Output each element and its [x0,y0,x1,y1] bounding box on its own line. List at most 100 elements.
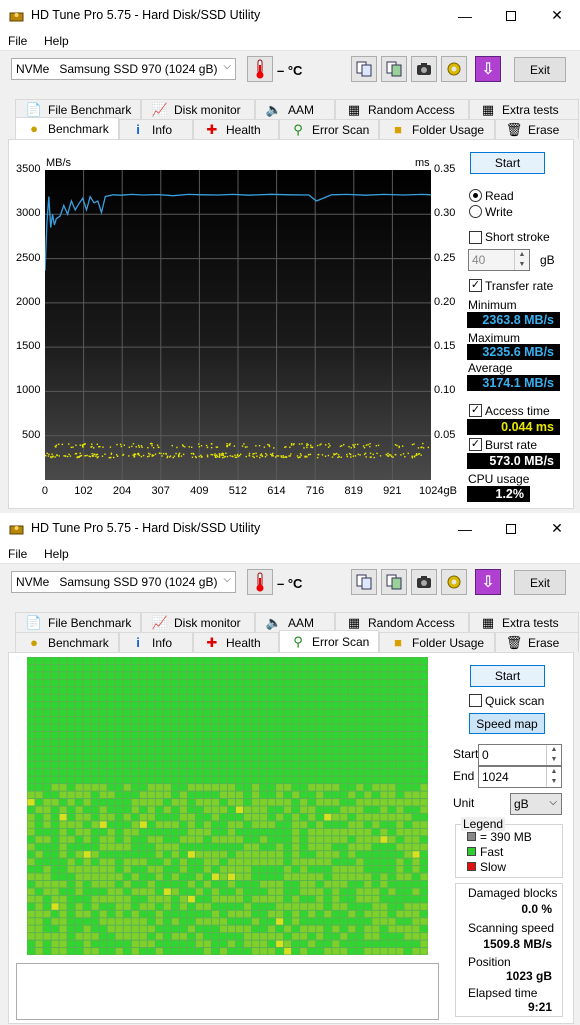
scan-block [356,702,364,709]
scan-block [252,858,260,866]
tab-folder-usage[interactable]: ■ Folder Usage [379,632,495,652]
exit-button[interactable]: Exit [514,570,566,595]
scan-block [163,881,171,888]
tab-error-scan[interactable]: ⚲ Error Scan [279,630,379,652]
scan-block [412,910,420,918]
tab-health[interactable]: ✚ Health [193,632,279,652]
scan-block [27,933,35,940]
scan-block [99,866,107,873]
screenshot-button[interactable] [411,569,437,595]
access-time-point [91,443,93,445]
tab-extra-tests[interactable]: ▦ Extra tests [469,99,579,119]
scan-block [372,866,380,873]
access-time-point [91,452,93,455]
scan-block [35,694,43,702]
access-time-point [206,454,209,456]
exit-button[interactable]: Exit [514,57,566,82]
tab-aam[interactable]: 🔈 AAM [255,99,335,119]
unit-select[interactable]: gB ⌵ [510,793,562,815]
copy-text-button[interactable] [351,56,377,82]
drive-prefix: NVMe [16,62,50,76]
scan-block [316,918,324,925]
tab-info[interactable]: i Info [119,632,193,652]
temperature-button[interactable] [247,569,273,595]
tab-erase[interactable]: 🗑 Erase [495,632,579,652]
copy-image-button[interactable] [381,56,407,82]
tab-extra-tests[interactable]: ▦ Extra tests [469,612,579,632]
maximize-button[interactable] [488,513,534,544]
speed-map-button[interactable]: Speed map [469,713,545,734]
tab-benchmark[interactable]: ● Benchmark [15,632,119,652]
scan-block [83,672,91,679]
scan-block [348,903,356,910]
scan-block [340,657,348,664]
tab-random-access[interactable]: ▦ Random Access [335,612,469,632]
scan-block [228,813,236,821]
minimize-button[interactable]: — [442,513,488,544]
maximize-button[interactable] [488,0,534,31]
short-stroke-checkbox[interactable] [469,231,482,244]
start-field[interactable]: 0 ▲ ▼ [478,744,562,766]
spinner-arrows-icon[interactable]: ▲ ▼ [546,767,561,787]
menu-help[interactable]: Help [44,547,69,561]
read-radio[interactable] [469,189,482,202]
tab-folder-usage[interactable]: ■ Folder Usage [379,119,495,139]
write-radio[interactable] [469,205,482,218]
minimize-button[interactable]: — [442,0,488,31]
close-button[interactable]: ✕ [534,0,580,31]
tab-disk-monitor[interactable]: 📈 Disk monitor [141,612,255,632]
tab-erase[interactable]: 🗑 Erase [495,119,579,139]
save-button[interactable]: ⇩ [475,56,501,82]
close-button[interactable]: ✕ [534,513,580,544]
access-time-checkbox[interactable]: ✓ [469,404,482,417]
tab-file-benchmark[interactable]: 📄 File Benchmark [15,99,141,119]
save-button[interactable]: ⇩ [475,569,501,595]
transfer-rate-checkbox[interactable]: ✓ [469,279,482,292]
access-time-point [263,446,266,448]
short-stroke-spinner[interactable]: 40 ▲ ▼ [468,249,530,271]
scan-block [356,866,364,873]
scan-block [356,799,364,806]
spinner-arrows-icon[interactable]: ▲ ▼ [514,250,529,270]
options-button[interactable] [441,56,467,82]
scan-block [115,888,123,895]
scan-block [388,910,396,918]
tab-info[interactable]: i Info [119,119,193,139]
menu-file[interactable]: File [8,34,27,48]
scan-block [236,769,244,776]
tab-benchmark[interactable]: ● Benchmark [15,117,119,139]
scan-block [99,702,107,709]
screenshot-button[interactable] [411,56,437,82]
scan-block [147,903,155,910]
menu-help[interactable]: Help [44,34,69,48]
end-field[interactable]: 1024 ▲ ▼ [478,766,562,788]
scan-block [43,851,51,858]
tab-file-benchmark[interactable]: 📄 File Benchmark [15,612,141,632]
spinner-arrows-icon[interactable]: ▲ ▼ [546,745,561,765]
tab-health[interactable]: ✚ Health [193,119,279,139]
scan-block [348,836,356,843]
drive-select[interactable]: NVMe Samsung SSD 970 (1024 gB) ⌵ [11,571,236,593]
scan-block [284,761,292,769]
benchmark-start-button[interactable]: Start [470,152,545,174]
scan-block [228,910,236,918]
drive-select[interactable]: NVMe Samsung SSD 970 (1024 gB) ⌵ [11,58,236,80]
scan-block [43,948,51,955]
copy-image-button[interactable] [381,569,407,595]
temperature-button[interactable] [247,56,273,82]
errorscan-start-button[interactable]: Start [470,665,545,687]
menu-file[interactable]: File [8,547,27,561]
tab-random-access[interactable]: ▦ Random Access [335,99,469,119]
burst-rate-checkbox[interactable]: ✓ [469,438,482,451]
tab-aam[interactable]: 🔈 AAM [255,612,335,632]
scan-block [228,679,236,687]
copy-text-button[interactable] [351,569,377,595]
scan-block [43,791,51,799]
scan-block [195,739,203,746]
quick-scan-checkbox[interactable] [469,694,482,707]
tab-error-scan[interactable]: ⚲ Error Scan [279,119,379,139]
scan-block [187,694,195,702]
tab-disk-monitor[interactable]: 📈 Disk monitor [141,99,255,119]
access-time-point [178,452,181,455]
options-button[interactable] [441,569,467,595]
